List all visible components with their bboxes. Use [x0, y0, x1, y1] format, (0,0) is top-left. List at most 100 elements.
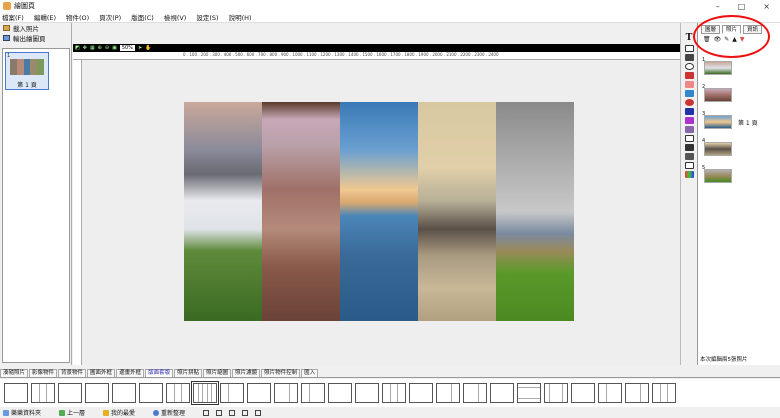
refresh-button[interactable]: 重新整理 [153, 408, 185, 417]
zoom-out-icon[interactable]: ⊖ [105, 45, 109, 51]
badge-tool-icon[interactable] [684, 63, 694, 70]
app-icon [3, 2, 11, 10]
menu-layout[interactable]: 版面(C) [131, 12, 154, 22]
photo-thumb-5[interactable] [704, 169, 732, 183]
layout-template-selected[interactable] [191, 381, 219, 405]
layout-template[interactable] [4, 383, 28, 403]
menu-view[interactable]: 檢視(V) [164, 12, 187, 22]
tab-page-frame[interactable]: 圖面外框 [87, 369, 116, 377]
photo-thumb-3[interactable] [704, 115, 732, 129]
layout-template[interactable] [652, 383, 676, 403]
layout-template[interactable] [382, 383, 406, 403]
layout-template[interactable] [490, 383, 514, 403]
photo-collage[interactable] [184, 102, 574, 321]
tab-photo-thumbnail[interactable]: 照片縮圖 [203, 369, 232, 377]
up-level-button[interactable]: 上一層 [59, 408, 85, 417]
menu-help[interactable]: 說明(H) [229, 12, 252, 22]
export-page-button[interactable]: 輸出繪圖頁 [0, 33, 71, 43]
tab-photo-filter[interactable]: 照片濾鏡 [232, 369, 261, 377]
layout-template[interactable] [598, 383, 622, 403]
photo-mountain-fog[interactable] [184, 102, 262, 321]
menu-object[interactable]: 物件(O) [66, 12, 89, 22]
speech-bubble-icon[interactable] [684, 135, 694, 142]
view-medium-icon[interactable] [216, 409, 223, 416]
tab-background-objects[interactable]: 背景物件 [58, 369, 87, 377]
photo-canyon[interactable] [262, 102, 340, 321]
photo-thumb-2[interactable] [704, 88, 732, 102]
import-photos-button[interactable]: 載入照片 [0, 23, 71, 33]
rectangle-tool-icon[interactable] [684, 108, 694, 115]
hand-icon[interactable]: ✋ [145, 45, 151, 51]
layout-templates [0, 379, 780, 407]
layout-template[interactable] [220, 383, 244, 403]
view-small-icon[interactable] [229, 409, 236, 416]
calendar-icon[interactable] [684, 126, 694, 133]
view-details-icon[interactable] [255, 409, 262, 416]
tab-layout-templates[interactable]: 版面套版 [145, 369, 174, 377]
search-icon[interactable] [684, 90, 694, 97]
photo-ocean-sunset[interactable] [340, 102, 418, 321]
layout-template[interactable] [112, 383, 136, 403]
layout-template[interactable] [463, 383, 487, 403]
layout-template[interactable] [328, 383, 352, 403]
photo-rainbow-valley[interactable] [496, 102, 574, 321]
menu-settings[interactable]: 設定(S) [196, 12, 218, 22]
layout-template[interactable] [139, 383, 163, 403]
view-list-icon[interactable] [242, 409, 249, 416]
tab-import[interactable]: 匯入 [301, 369, 319, 377]
canvas[interactable] [82, 60, 680, 365]
layout-template[interactable] [274, 383, 298, 403]
layout-template[interactable] [58, 383, 82, 403]
layers-tool-icon[interactable] [684, 81, 694, 88]
tab-photo-object-control[interactable]: 照片物件控制 [261, 369, 301, 377]
tab-image-objects[interactable]: 影像物件 [29, 369, 58, 377]
photo-panel: 圖層 照片 資訊 🗑 👁 ✎ ▲ ▼ 1 2 3 4 5 第 1 頁 本次編輯兩… [697, 23, 780, 365]
tab-photo-collage[interactable]: 照片拼貼 [174, 369, 203, 377]
pointer-icon[interactable]: ➤ [138, 45, 142, 51]
layout-template[interactable] [544, 383, 568, 403]
layout-template[interactable] [31, 383, 55, 403]
tab-border-frame[interactable]: 邊畫外框 [116, 369, 145, 377]
select-tool-icon[interactable]: ◩ [75, 45, 80, 51]
grid-icon[interactable]: ▦ [90, 45, 95, 51]
color-palette-icon[interactable] [684, 171, 694, 178]
layout-template[interactable] [166, 383, 190, 403]
arrow-right-icon[interactable] [684, 153, 694, 160]
minimize-button[interactable]: – [716, 2, 720, 11]
close-button[interactable]: × [763, 2, 770, 11]
layout-template[interactable] [571, 383, 595, 403]
frame-tool-icon[interactable] [684, 45, 694, 52]
photo-folder-button[interactable]: 樂樂資料夾 [3, 408, 41, 417]
layout-template[interactable] [436, 383, 460, 403]
layout-template[interactable] [85, 383, 109, 403]
menu-page[interactable]: 頁次(P) [99, 12, 121, 22]
callout-icon[interactable] [684, 162, 694, 169]
favorites-button[interactable]: 我的最愛 [103, 408, 135, 417]
hand-tool-icon[interactable] [684, 117, 694, 124]
fit-icon[interactable]: ▣ [112, 45, 117, 51]
zoom-level[interactable]: 50% [119, 45, 135, 51]
menu-edit[interactable]: 編輯(E) [34, 12, 56, 22]
page-list[interactable]: 1 第 1 頁 [2, 48, 70, 363]
photo-thumb-4[interactable] [704, 142, 732, 156]
layout-template[interactable] [625, 383, 649, 403]
zoom-in-icon[interactable]: ⊕ [98, 45, 102, 51]
layout-template[interactable] [301, 383, 325, 403]
up-arrow-icon [59, 409, 66, 416]
menu-file[interactable]: 檔案(F) [2, 12, 24, 22]
line-tool-icon[interactable] [684, 54, 694, 61]
view-large-icon[interactable] [203, 409, 210, 416]
layout-template[interactable] [409, 383, 433, 403]
page-thumbnail[interactable]: 1 第 1 頁 [5, 52, 49, 90]
photo-lake-rocks[interactable] [418, 102, 496, 321]
image-tool-icon[interactable] [684, 72, 694, 79]
arrow-tool-icon[interactable] [684, 144, 694, 151]
move-tool-icon[interactable]: ✥ [83, 45, 87, 51]
photo-thumb-1[interactable] [704, 61, 732, 75]
maximize-button[interactable]: □ [738, 2, 746, 11]
layout-template[interactable] [517, 383, 541, 403]
layout-template[interactable] [247, 383, 271, 403]
clock-icon[interactable] [684, 99, 694, 106]
layout-template[interactable] [355, 383, 379, 403]
tab-arrange-photos[interactable]: 湊隨照片 [0, 369, 29, 377]
